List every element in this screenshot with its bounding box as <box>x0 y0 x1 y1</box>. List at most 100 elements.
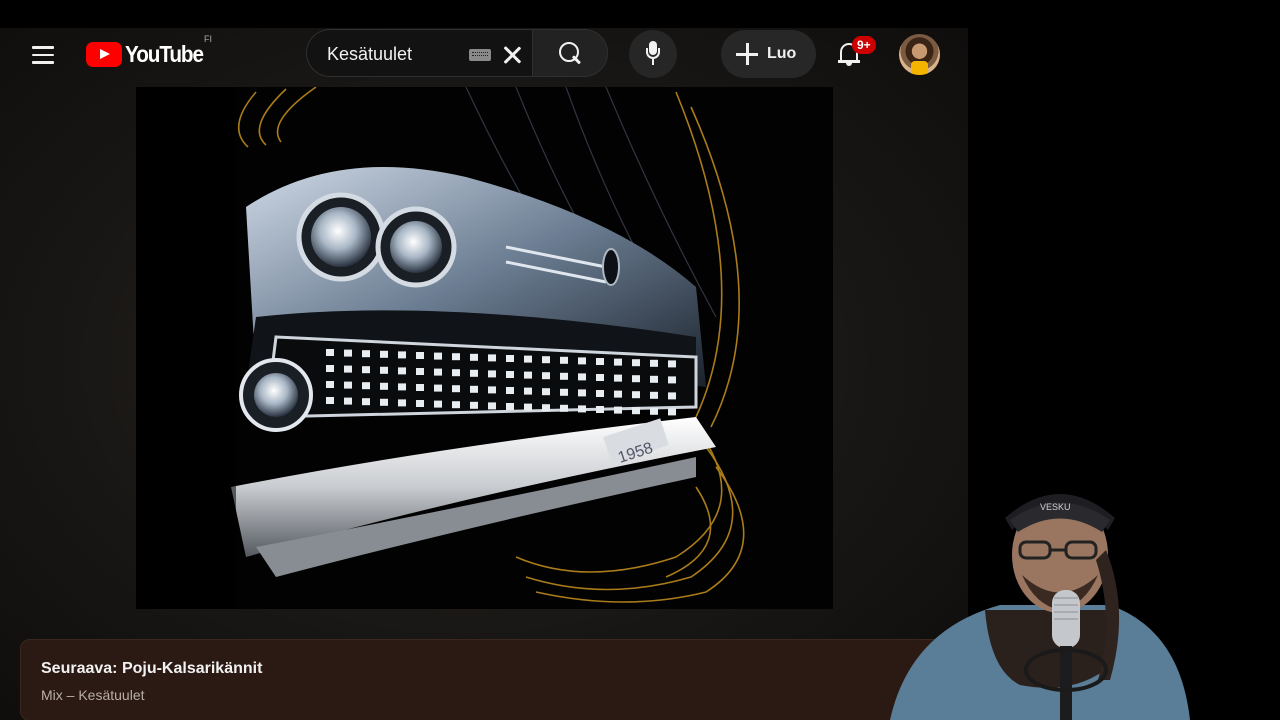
grille-dot <box>470 353 478 361</box>
grille-dot <box>614 358 622 366</box>
grille-dot <box>506 403 514 410</box>
grille-dot <box>614 374 622 382</box>
video-frame-classic-car: 1958 <box>136 87 833 609</box>
up-next-subtitle: Mix – Kesätuulet <box>41 687 145 703</box>
plus-icon <box>736 43 758 65</box>
hamburger-menu-icon <box>32 46 54 49</box>
grille-dot <box>452 353 460 361</box>
grille-dot <box>434 352 442 360</box>
grille-dot <box>578 405 586 413</box>
grille-dot <box>326 349 334 356</box>
grille-dot <box>524 371 532 379</box>
grille-dot <box>416 400 424 407</box>
streamer-webcam-image: VESKU <box>890 494 1190 720</box>
grille-dot <box>542 356 550 364</box>
youtube-logo-icon <box>86 41 122 67</box>
grille-dot <box>542 372 550 380</box>
grille-dot <box>668 376 676 384</box>
grille-dot <box>470 385 478 393</box>
up-next-title: Seuraava: Poju-Kalsarikännit <box>41 660 263 677</box>
grille-dot <box>380 366 388 374</box>
video-player[interactable]: 1958 <box>136 87 833 609</box>
grille-dot <box>650 407 658 415</box>
microphone-icon <box>646 41 660 67</box>
grille-dot <box>398 383 406 391</box>
grille-dot <box>362 350 370 358</box>
grille-dot <box>632 375 640 383</box>
up-next-banner[interactable]: Seuraava: Poju-Kalsarikännit Mix – Kesät… <box>20 639 968 720</box>
grille-dot <box>560 388 568 396</box>
search-input[interactable] <box>327 42 467 66</box>
grille-dot <box>524 387 532 395</box>
grille-dot <box>596 374 604 381</box>
grille-dot <box>650 375 658 383</box>
grille-dot <box>470 401 478 409</box>
grille-dot <box>416 368 424 375</box>
grille-dot <box>452 401 460 409</box>
grille-dot <box>542 404 550 412</box>
grille-dot <box>542 388 550 396</box>
voice-search-button[interactable] <box>629 30 677 78</box>
create-label: Luo <box>767 45 797 62</box>
grille-dot <box>362 398 370 406</box>
guide-menu-button[interactable] <box>24 36 62 74</box>
notification-badge: 9+ <box>852 36 876 54</box>
grille-dot <box>596 390 604 397</box>
grille-dot <box>506 355 514 362</box>
grille-dot <box>434 368 442 376</box>
grille-dot <box>632 407 640 415</box>
account-avatar[interactable] <box>899 34 940 75</box>
grille-dot <box>650 391 658 399</box>
grille-dot <box>614 390 622 398</box>
search-icon <box>559 42 583 66</box>
grille-dot <box>578 389 586 397</box>
grille-dot <box>362 366 370 374</box>
grille-dot <box>596 358 604 365</box>
grille-dot <box>524 403 532 411</box>
grille-dot <box>524 355 532 363</box>
grille-dot <box>488 370 496 378</box>
grille-dot <box>344 397 352 405</box>
grille-dot <box>362 382 370 390</box>
grille-dot <box>470 369 478 377</box>
keyboard-icon[interactable] <box>469 49 491 61</box>
grille-dot <box>578 357 586 365</box>
grille-dot <box>434 384 442 392</box>
grille-dot <box>506 371 514 378</box>
clear-search-button[interactable] <box>499 42 525 68</box>
webcam-overlay: VESKU <box>870 470 1210 720</box>
grille-dot <box>488 402 496 410</box>
grille-dot <box>326 381 334 388</box>
masthead: YouTube FI Luo 9+ <box>0 28 968 80</box>
country-code: FI <box>204 34 212 44</box>
grille-dot <box>668 408 676 416</box>
search-button[interactable] <box>532 29 608 77</box>
grille-dot <box>416 384 424 391</box>
grille-dot <box>344 381 352 389</box>
grille-dot <box>380 350 388 358</box>
grille-dot <box>452 385 460 393</box>
grille-dot <box>560 404 568 412</box>
grille-dot <box>578 373 586 381</box>
grille-dot <box>632 359 640 367</box>
grille-dot <box>650 359 658 367</box>
grille-dot <box>380 382 388 390</box>
create-button[interactable]: Luo <box>721 30 816 78</box>
grille-dot <box>452 369 460 377</box>
grille-dot <box>614 406 622 414</box>
grille-dot <box>488 386 496 394</box>
logo-text: YouTube <box>125 40 204 67</box>
grille-dot <box>344 365 352 373</box>
grille-dot <box>398 351 406 359</box>
grille-dot <box>326 397 334 404</box>
grille-dot <box>596 406 604 413</box>
grille-dot <box>506 387 514 394</box>
grille-dot <box>668 360 676 368</box>
grille-dot <box>398 399 406 407</box>
youtube-logo[interactable]: YouTube FI <box>86 34 212 68</box>
notifications-button[interactable]: 9+ <box>832 32 876 76</box>
grille-dot <box>488 354 496 362</box>
grille-dot <box>434 400 442 408</box>
youtube-window: YouTube FI Luo 9+ <box>0 28 968 720</box>
grille-dot <box>668 392 676 400</box>
